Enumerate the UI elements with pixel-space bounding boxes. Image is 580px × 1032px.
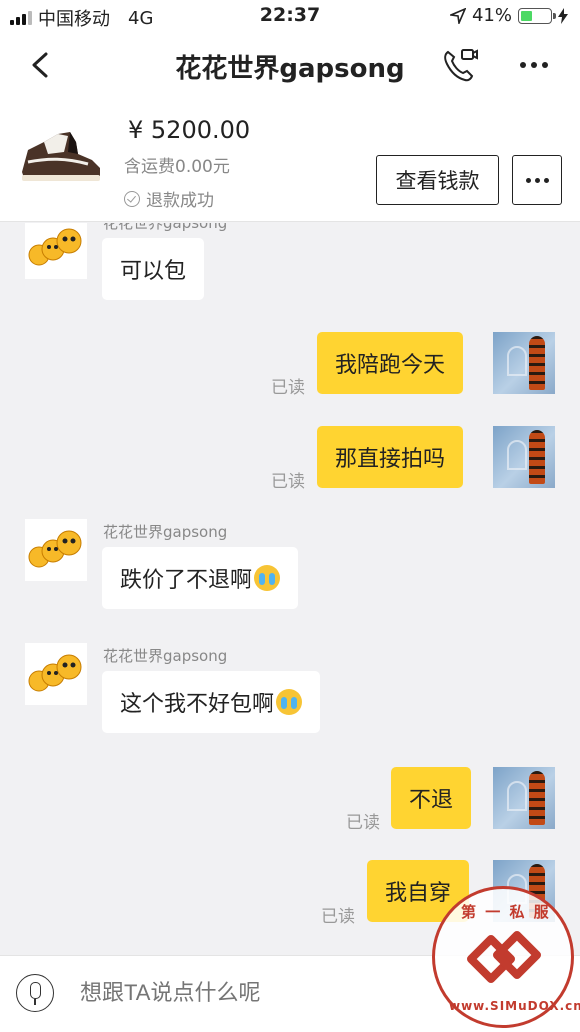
sneaker-thumbnail[interactable] — [18, 128, 104, 184]
charging-icon — [558, 7, 568, 24]
refund-status: 退款成功 — [124, 186, 214, 211]
sender-name: 花花世界gapsong — [103, 523, 228, 541]
product-more-button[interactable] — [512, 155, 562, 205]
emoji-avatar-icon — [28, 530, 82, 568]
emoji-avatar-icon — [28, 228, 82, 266]
crying-emoji-icon — [254, 565, 281, 591]
message-input[interactable] — [80, 980, 368, 1006]
message-text: 这个我不好包啊 — [120, 692, 275, 717]
watermark-top-text: 第 一 私 服 — [461, 903, 551, 921]
crying-emoji-icon — [276, 689, 303, 715]
watermark-logo-icon — [467, 931, 541, 983]
read-receipt: 已读 — [271, 378, 305, 398]
chat-list[interactable]: 花花世界gapsong 可以包 已读 我陪跑今天 已读 那直接拍吗 花花世界ga… — [0, 223, 580, 955]
battery-percent: 41% — [471, 5, 512, 26]
more-options-icon[interactable] — [520, 62, 548, 68]
shipping-fee: 含运费0.00元 — [124, 157, 230, 177]
read-receipt: 已读 — [321, 907, 355, 927]
sender-name: 花花世界gapsong — [103, 223, 228, 232]
refund-status-label: 退款成功 — [146, 191, 214, 211]
emoji-avatar-icon — [28, 654, 82, 692]
message-text: 跌价了不退啊 — [120, 568, 253, 593]
watermark-bottom-text: www.SIMuDOX.cn — [449, 999, 580, 1013]
contact-avatar[interactable] — [25, 519, 87, 581]
message-bubble[interactable]: 我陪跑今天 — [317, 332, 464, 394]
watermark-stamp: 第 一 私 服 www.SIMuDOX.cn — [432, 886, 580, 1028]
product-card: ¥ 5200.00 含运费0.00元 退款成功 查看钱款 — [0, 100, 580, 222]
message-bubble[interactable]: 这个我不好包啊 — [102, 671, 321, 733]
check-circle-icon — [124, 190, 140, 207]
user-avatar[interactable] — [493, 332, 555, 394]
user-avatar[interactable] — [493, 426, 555, 488]
location-arrow-icon — [449, 7, 466, 24]
battery-icon — [518, 7, 556, 24]
message-bubble[interactable]: 那直接拍吗 — [317, 426, 464, 488]
read-receipt: 已读 — [271, 472, 305, 492]
sender-name: 花花世界gapsong — [103, 647, 228, 665]
message-bubble[interactable]: 不退 — [391, 767, 472, 829]
nav-bar: 花花世界gapsong — [0, 32, 580, 100]
video-call-icon[interactable] — [440, 46, 478, 84]
microphone-icon[interactable] — [16, 974, 54, 1012]
user-avatar[interactable] — [493, 767, 555, 829]
conversation-title: 花花世界gapsong — [175, 54, 405, 84]
contact-avatar[interactable] — [25, 223, 87, 279]
product-price: ¥ 5200.00 — [128, 116, 251, 144]
read-receipt: 已读 — [346, 813, 380, 833]
status-bar: 中国移动 4G 22:37 41% — [0, 0, 580, 32]
message-bubble[interactable]: 跌价了不退啊 — [102, 547, 299, 609]
view-payment-button[interactable]: 查看钱款 — [376, 155, 499, 205]
contact-avatar[interactable] — [25, 643, 87, 705]
message-bubble[interactable]: 可以包 — [102, 238, 205, 300]
